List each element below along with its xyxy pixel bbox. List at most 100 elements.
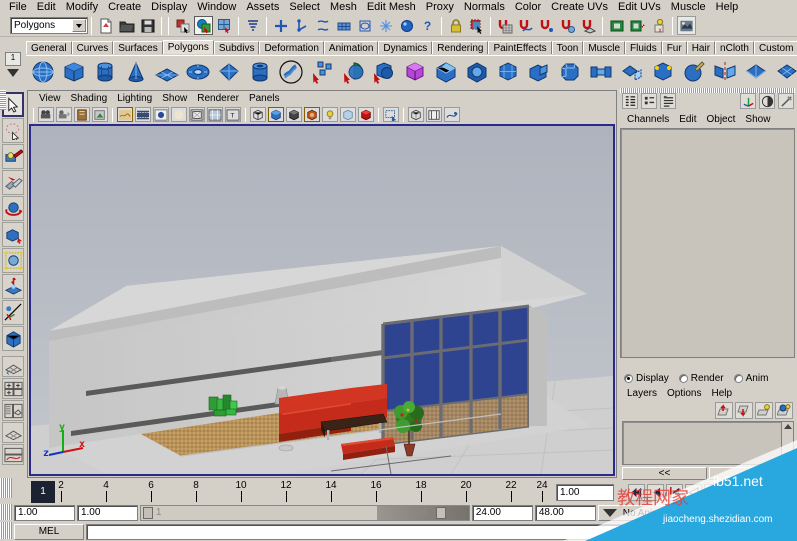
shelf-tab-general[interactable]: General <box>26 41 72 54</box>
mask-handles-icon[interactable] <box>271 16 290 35</box>
shelf-tab-polygons[interactable]: Polygons <box>163 40 214 54</box>
select-camera-icon[interactable] <box>38 107 54 122</box>
save-scene-icon[interactable] <box>138 16 157 35</box>
menu-set-selector[interactable]: Polygons <box>10 17 88 34</box>
range-slider-drag-handle[interactable] <box>0 504 12 520</box>
bridge-shelf-icon[interactable] <box>586 57 616 87</box>
menu-edit[interactable]: Edit <box>32 1 61 14</box>
viewport-menu-lighting[interactable]: Lighting <box>112 93 157 104</box>
last-tool-used[interactable] <box>2 326 24 351</box>
mask-surfaces-icon[interactable] <box>334 16 353 35</box>
channel-box-list[interactable] <box>620 128 795 358</box>
combine-shelf-icon[interactable] <box>369 57 399 87</box>
shelf-tab-toon[interactable]: Toon <box>552 41 584 54</box>
snap-to-point-icon[interactable] <box>537 16 556 35</box>
panel-drag-handle[interactable] <box>620 88 795 93</box>
construction-history-on-icon[interactable] <box>607 16 626 35</box>
channel-menu-channels[interactable]: Channels <box>622 114 674 125</box>
textured-shading-icon[interactable] <box>304 107 320 122</box>
mask-rendering-icon[interactable] <box>397 16 416 35</box>
viewport-menu-view[interactable]: View <box>34 93 66 104</box>
layer-menu-options[interactable]: Options <box>662 388 706 399</box>
shelf-tab-curves[interactable]: Curves <box>72 41 114 54</box>
menu-create[interactable]: Create <box>103 1 146 14</box>
chevron-down-icon[interactable] <box>72 19 86 32</box>
current-frame-indicator[interactable]: 1 <box>31 481 55 503</box>
new-scene-icon[interactable] <box>96 16 115 35</box>
bookmark-icon[interactable] <box>92 107 108 122</box>
select-by-component-type-icon[interactable] <box>215 16 234 35</box>
play-backwards-button[interactable] <box>685 484 702 501</box>
layer-next-button[interactable]: >> <box>709 467 794 480</box>
poly-helix-shelf-icon[interactable] <box>276 57 306 87</box>
poly-torus-shelf-icon[interactable] <box>183 57 213 87</box>
mask-curves-icon[interactable] <box>313 16 332 35</box>
perspective-viewport[interactable]: x y z persp <box>29 124 615 476</box>
layout-hypergraph[interactable] <box>2 422 24 443</box>
menu-edit-mesh[interactable]: Edit Mesh <box>362 1 421 14</box>
smooth-shade-all-icon[interactable] <box>268 107 284 122</box>
snap-to-curve-icon[interactable] <box>516 16 535 35</box>
display-layers-radio[interactable]: Display <box>624 373 669 384</box>
tool-settings-icon[interactable] <box>660 93 676 109</box>
layer-list-scrollbar[interactable] <box>781 422 793 464</box>
shelf-tab-ncloth[interactable]: nCloth <box>715 41 754 54</box>
booleans-union-shelf-icon[interactable] <box>400 57 430 87</box>
menu-proxy[interactable]: Proxy <box>421 1 459 14</box>
current-time-field[interactable]: 1.00 <box>556 484 614 501</box>
menu-muscle[interactable]: Muscle <box>666 1 711 14</box>
interactive-split-shelf-icon[interactable] <box>307 57 337 87</box>
field-chart-icon[interactable] <box>207 107 223 122</box>
merge-vertices-shelf-icon[interactable] <box>648 57 678 87</box>
smooth-shade-selected-icon[interactable] <box>286 107 302 122</box>
poly-plane-shelf-icon[interactable] <box>152 57 182 87</box>
select-by-object-type-icon[interactable] <box>194 16 213 35</box>
layer-list[interactable] <box>622 421 794 465</box>
lighting-icon[interactable] <box>778 93 794 109</box>
mask-misc-icon[interactable]: ? <box>418 16 437 35</box>
shelf-tab-dynamics[interactable]: Dynamics <box>378 41 432 54</box>
anim-layers-radio[interactable]: Anim <box>734 373 769 384</box>
channel-menu-show[interactable]: Show <box>740 114 775 125</box>
snap-to-projected-center-icon[interactable] <box>558 16 577 35</box>
range-slider-bar[interactable]: 1 24 <box>140 505 470 521</box>
range-start-time-field[interactable]: 1.00 <box>77 505 138 521</box>
anim-layer-selector[interactable]: No Anim Layer <box>598 505 797 521</box>
new-layer-button[interactable] <box>755 402 773 419</box>
menu-normals[interactable]: Normals <box>459 1 510 14</box>
command-line-drag-handle[interactable] <box>0 522 12 539</box>
poly-triangulate-shelf-icon[interactable] <box>741 57 771 87</box>
go-to-start-button[interactable] <box>628 484 645 501</box>
shelf-tab-animation[interactable]: Animation <box>324 41 378 54</box>
new-layer-from-selected-button[interactable] <box>775 402 793 419</box>
shelf-tab-painteffects[interactable]: PaintEffects <box>488 41 551 54</box>
step-back-frame-button[interactable] <box>647 484 664 501</box>
xray-icon[interactable] <box>408 107 424 122</box>
snap-to-grid-icon[interactable] <box>495 16 514 35</box>
channel-box-layer-editor-icon[interactable] <box>622 93 638 109</box>
shelf-tab-custom[interactable]: Custom <box>754 41 797 54</box>
scale-tool[interactable] <box>2 222 24 247</box>
layer-menu-layers[interactable]: Layers <box>622 388 662 399</box>
range-end-time-field[interactable]: 24.00 <box>472 505 533 521</box>
poly-prism-shelf-icon[interactable] <box>214 57 244 87</box>
two-d-pan-zoom-icon[interactable] <box>135 107 151 122</box>
shadows-icon[interactable] <box>340 107 356 122</box>
viewport-menu-show[interactable]: Show <box>157 93 192 104</box>
range-end-grip[interactable] <box>436 507 446 519</box>
isolate-select-icon[interactable] <box>383 107 399 122</box>
channel-menu-edit[interactable]: Edit <box>674 114 701 125</box>
channel-menu-object[interactable]: Object <box>702 114 741 125</box>
layer-prev-button[interactable]: << <box>622 467 707 480</box>
mask-deformations-icon[interactable] <box>355 16 374 35</box>
paint-selection-tool[interactable] <box>2 144 24 169</box>
poly-cube-shelf-icon[interactable] <box>59 57 89 87</box>
soft-modification-tool[interactable] <box>2 274 24 299</box>
range-start-grip[interactable] <box>143 507 153 519</box>
chevron-down-icon[interactable] <box>7 69 19 77</box>
open-scene-icon[interactable] <box>117 16 136 35</box>
image-plane-icon[interactable] <box>117 107 133 122</box>
viewport-menu-shading[interactable]: Shading <box>66 93 113 104</box>
script-language-button[interactable]: MEL <box>14 524 84 540</box>
scroll-down-icon[interactable] <box>784 455 792 460</box>
